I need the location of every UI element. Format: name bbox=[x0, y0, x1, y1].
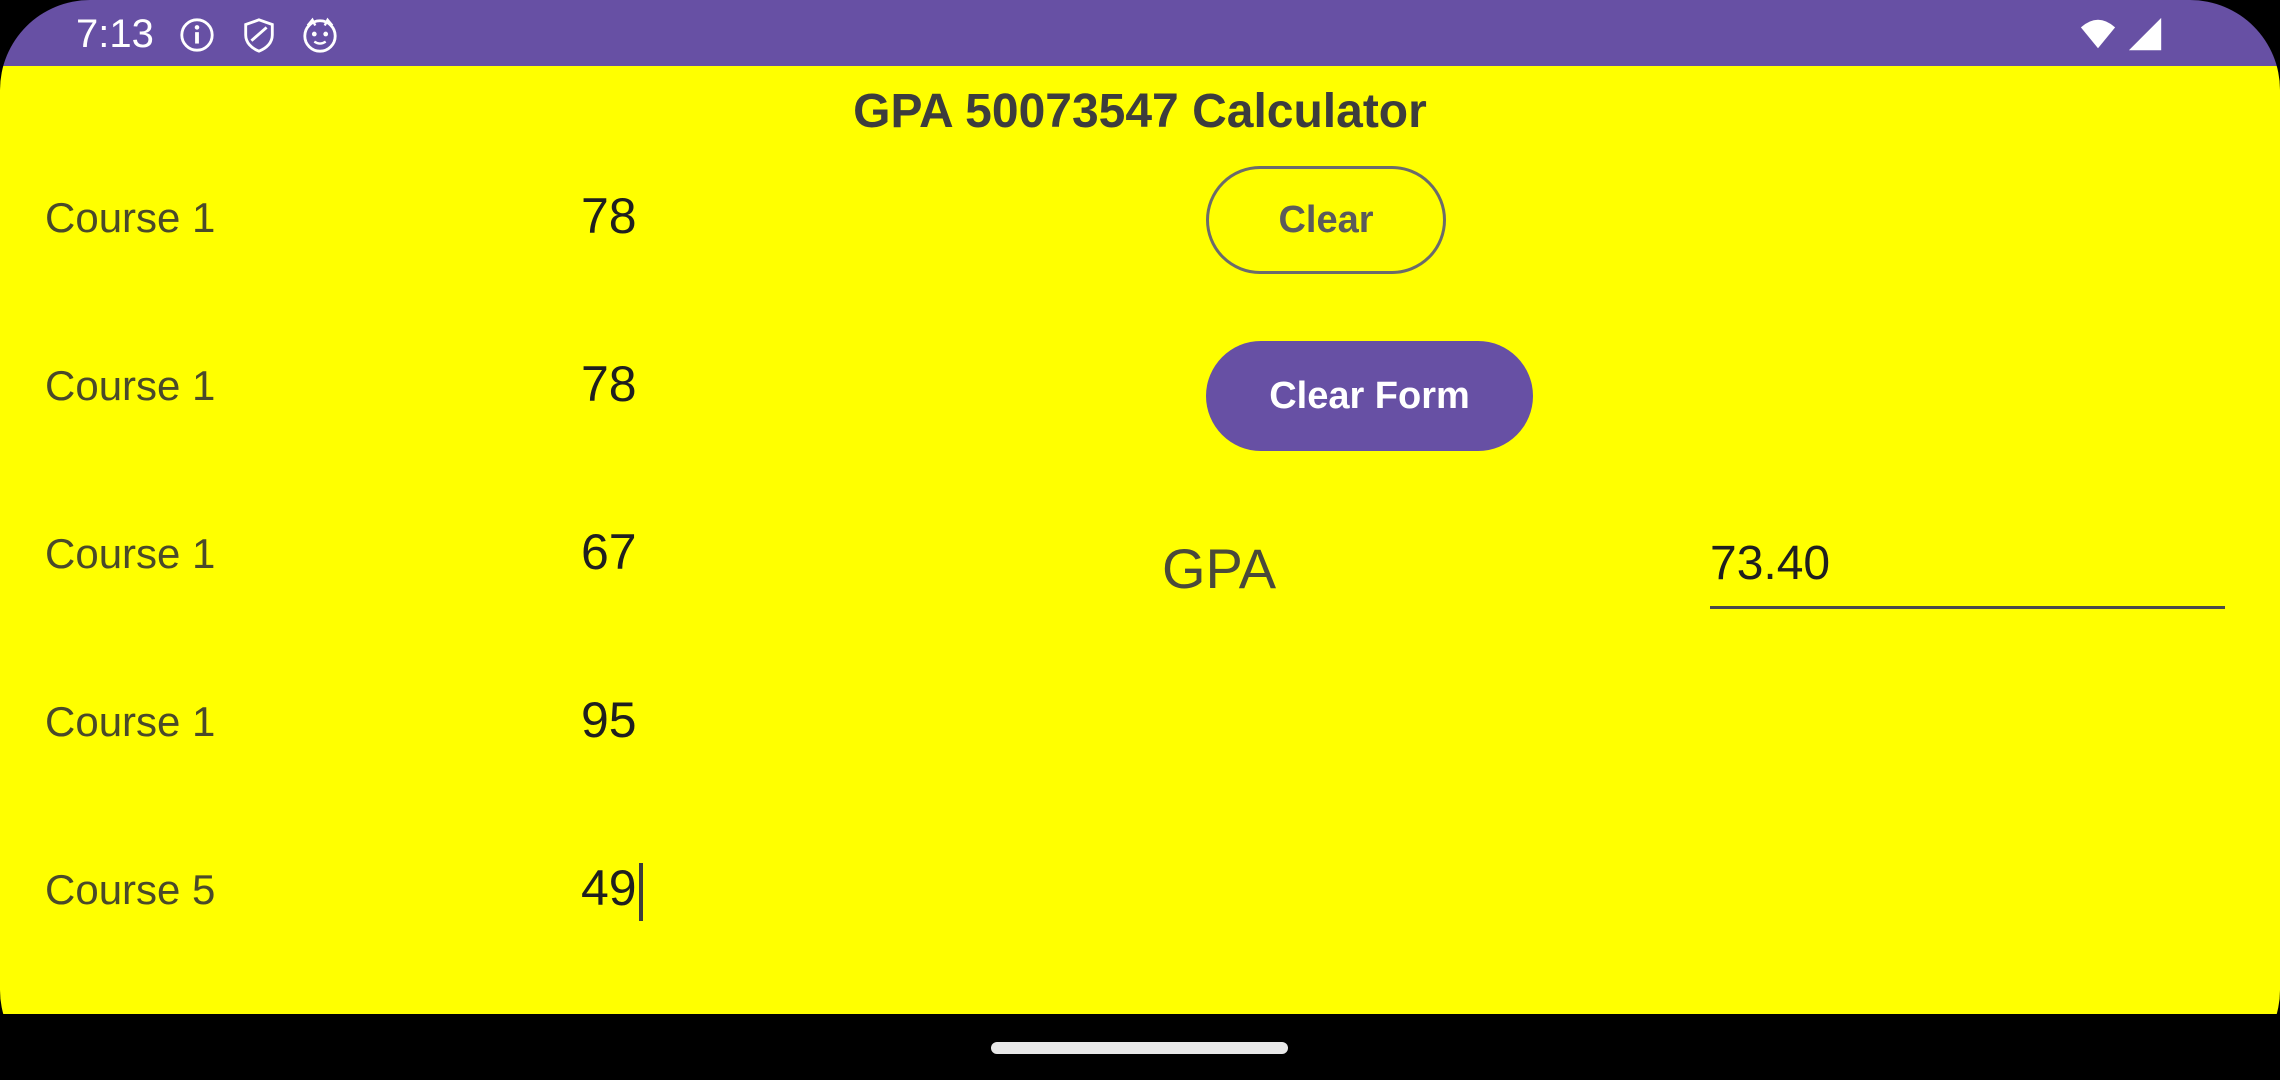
course-label: Course 5 bbox=[45, 866, 216, 913]
status-bar: 7:13 bbox=[0, 0, 2280, 66]
home-gesture-handle[interactable] bbox=[991, 1042, 1288, 1054]
gpa-label: GPA bbox=[1162, 537, 1277, 600]
course-grade-input[interactable]: 95 bbox=[581, 691, 637, 749]
course-grade-input-focused[interactable]: 49 bbox=[581, 859, 643, 921]
course-label: Course 1 bbox=[45, 194, 216, 241]
clear-form-button[interactable]: Clear Form bbox=[1206, 341, 1533, 451]
wifi-icon bbox=[2080, 19, 2116, 49]
gpa-value: 73.40 bbox=[1710, 537, 1831, 590]
course-grade-value: 49 bbox=[581, 860, 637, 916]
navigation-bar bbox=[0, 1014, 2280, 1080]
cat-face-icon bbox=[303, 17, 337, 53]
shield-icon bbox=[244, 18, 274, 53]
page-title: GPA 50073547 Calculator bbox=[853, 85, 1427, 138]
text-cursor bbox=[638, 862, 643, 921]
course-label: Course 1 bbox=[45, 362, 216, 409]
course-grade-input[interactable]: 67 bbox=[581, 523, 637, 581]
course-label: Course 1 bbox=[45, 530, 216, 577]
info-icon bbox=[180, 18, 214, 52]
gpa-result-field[interactable]: 73.40 bbox=[1710, 536, 2225, 609]
course-label: Course 1 bbox=[45, 698, 216, 745]
clear-button[interactable]: Clear bbox=[1206, 166, 1446, 274]
course-grade-input[interactable]: 78 bbox=[581, 355, 637, 413]
signal-icon bbox=[2128, 17, 2162, 51]
status-time: 7:13 bbox=[76, 12, 154, 56]
calculator-screen: GPA 50073547 Calculator Course 1 78 Cour… bbox=[0, 66, 2280, 1014]
phone-screen: 7:13 GPA 50073547 Calculator Course 1 78 bbox=[0, 0, 2280, 1080]
course-grade-input[interactable]: 78 bbox=[581, 187, 637, 245]
